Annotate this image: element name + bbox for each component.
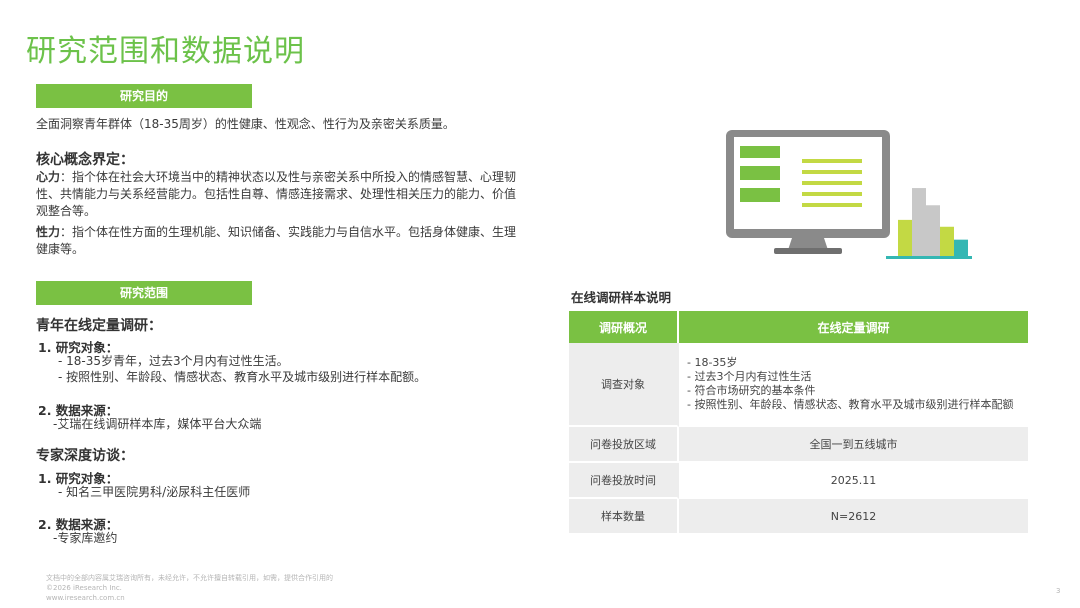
target-label: 调查对象 bbox=[569, 343, 679, 427]
illustration-bar bbox=[954, 239, 968, 256]
count-value: N=2612 bbox=[679, 499, 1028, 535]
online-survey-heading: 青年在线定量调研： bbox=[36, 318, 162, 334]
purpose-label: 研究目的 bbox=[36, 84, 252, 108]
time-value: 2025.11 bbox=[679, 463, 1028, 499]
concepts-heading: 核心概念界定： bbox=[36, 152, 134, 168]
page-title: 研究范围和数据说明 bbox=[26, 34, 305, 69]
online-source-text: -艾瑞在线调研样本库，媒体平台大众端 bbox=[53, 417, 262, 431]
concept-xinli-text: ：指个体在社会大环境当中的精神状态以及性与亲密关系中所投入的情感智慧、心理韧性、… bbox=[36, 170, 517, 218]
region-value: 全国一到五线城市 bbox=[679, 427, 1028, 463]
list-item: - 18-35岁 bbox=[687, 356, 738, 369]
footer-line-2: ©2026 iResearch Inc. bbox=[46, 584, 122, 592]
concept-xinli-term: 心力 bbox=[36, 170, 61, 184]
sample-table-caption: 在线调研样本说明 bbox=[571, 290, 672, 305]
table-row: 调查对象 - 18-35岁 - 过去3个月内有过性生活 - 符合市场研究的基本条… bbox=[569, 343, 1028, 427]
illustration-bars bbox=[898, 188, 968, 256]
page-number: 3 bbox=[1056, 587, 1061, 595]
footer-line-1: 文档中的全部内容属艾瑞咨询所有，未经允许，不允许擅自转载引用，如需，提供合作引用… bbox=[46, 574, 333, 582]
illustration-bar bbox=[926, 205, 940, 256]
footer-line-3: www.iresearch.com.cn bbox=[46, 594, 125, 602]
illustration-bar bbox=[940, 226, 954, 256]
expert-interview-heading: 专家深度访谈： bbox=[36, 448, 134, 464]
table-row: 问卷投放时间 2025.11 bbox=[569, 463, 1028, 499]
online-object-item-1: - 18-35岁青年，过去3个月内有过性生活。 bbox=[58, 354, 289, 368]
scope-label: 研究范围 bbox=[36, 281, 252, 305]
time-label: 问卷投放时间 bbox=[569, 463, 679, 499]
illustration-bar bbox=[898, 219, 912, 256]
sample-table: 调研概况 在线定量调研 调查对象 - 18-35岁 - 过去3个月内有过性生活 … bbox=[569, 311, 1028, 535]
concept-xingli-term: 性力 bbox=[36, 225, 61, 239]
target-list: - 18-35岁 - 过去3个月内有过性生活 - 符合市场研究的基本条件 - 按… bbox=[687, 356, 1027, 412]
list-item: - 符合市场研究的基本条件 bbox=[687, 384, 816, 397]
table-row: 样本数量 N=2612 bbox=[569, 499, 1028, 535]
purpose-text: 全面洞察青年群体（18-35周岁）的性健康、性观念、性行为及亲密关系质量。 bbox=[36, 117, 455, 131]
expert-object-text: - 知名三甲医院男科/泌尿科主任医师 bbox=[58, 485, 251, 499]
monitor-with-bar-chart-icon bbox=[726, 130, 972, 259]
table-header-online-survey: 在线定量调研 bbox=[679, 311, 1028, 343]
table-row: 问卷投放区域 全国一到五线城市 bbox=[569, 427, 1028, 463]
concept-xingli-text: ：指个体在性方面的生理机能、知识储备、实践能力与自信水平。包括身体健康、生理健康… bbox=[36, 225, 517, 256]
online-object-item-2: - 按照性别、年龄段、情感状态、教育水平及城市级别进行样本配额。 bbox=[58, 370, 427, 384]
target-value: - 18-35岁 - 过去3个月内有过性生活 - 符合市场研究的基本条件 - 按… bbox=[679, 343, 1028, 427]
list-item: - 过去3个月内有过性生活 bbox=[687, 370, 812, 383]
footer-copyright: 文档中的全部内容属艾瑞咨询所有，未经允许，不允许擅自转载引用，如需，提供合作引用… bbox=[46, 573, 333, 603]
illustration-bar bbox=[912, 188, 926, 256]
concept-xingli: 性力：指个体在性方面的生理机能、知识储备、实践能力与自信水平。包括身体健康、生理… bbox=[36, 224, 526, 258]
concept-xinli: 心力：指个体在社会大环境当中的精神状态以及性与亲密关系中所投入的情感智慧、心理韧… bbox=[36, 169, 526, 220]
expert-source-text: -专家库邀约 bbox=[53, 531, 118, 545]
region-label: 问卷投放区域 bbox=[569, 427, 679, 463]
table-header-overview: 调研概况 bbox=[569, 311, 679, 343]
count-label: 样本数量 bbox=[569, 499, 679, 535]
list-item: - 按照性别、年龄段、情感状态、教育水平及城市级别进行样本配额 bbox=[687, 398, 1014, 411]
